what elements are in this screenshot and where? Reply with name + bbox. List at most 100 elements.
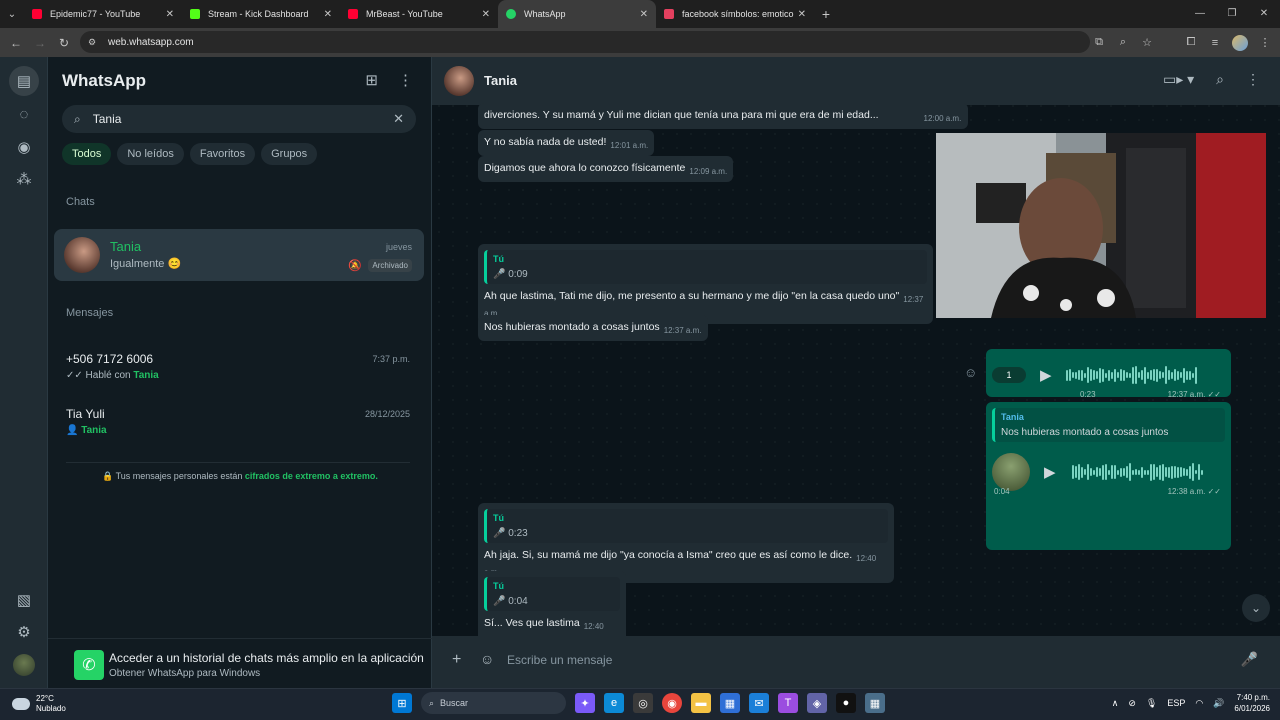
message-incoming[interactable]: Nos hubieras montado a cosas juntos 12:37… [478, 315, 708, 341]
scroll-down-button[interactable]: ⌄ [1242, 594, 1270, 622]
status-icon[interactable]: ◌ [13, 103, 35, 125]
contact-name[interactable]: Tania [484, 73, 517, 88]
play-icon[interactable]: ▶ [1044, 463, 1056, 481]
install-app-icon[interactable]: ⧉ [1092, 36, 1106, 49]
tab-facebook-symbols[interactable]: facebook símbolos: emoticones ✕ [656, 0, 814, 28]
contact-avatar[interactable] [444, 66, 474, 96]
voice-waveform[interactable] [1065, 365, 1197, 385]
restore-button[interactable]: ❐ [1216, 0, 1248, 28]
address-bar[interactable]: ⚙ web.whatsapp.com [80, 31, 1090, 53]
forward-icon[interactable]: → [28, 36, 52, 50]
voice-message-outgoing-reply[interactable]: Tania Nos hubieras montado a cosas juntos… [986, 402, 1231, 550]
volume-icon[interactable]: 🔊 [1213, 698, 1224, 709]
new-tab-button[interactable]: + [814, 6, 838, 22]
obs-icon[interactable]: ● [836, 693, 856, 713]
filter-all[interactable]: Todos [62, 143, 112, 165]
e2e-link[interactable]: cifrados de extremo a extremo. [245, 471, 378, 481]
filter-groups[interactable]: Grupos [261, 143, 318, 165]
voice-waveform[interactable] [1071, 462, 1203, 482]
communities-icon[interactable]: ⁂ [13, 168, 35, 190]
quoted-message[interactable]: Tania Nos hubieras montado a cosas juntos [992, 408, 1225, 442]
weather-widget[interactable]: 22°C Nublado [12, 694, 66, 714]
promo-link[interactable]: Obtener WhatsApp para Windows [109, 668, 260, 679]
site-info-icon[interactable]: ⚙ [88, 37, 100, 48]
quoted-voice[interactable]: Tú 🎤 0:09 [484, 250, 927, 284]
windows-start-icon[interactable]: ⊞ [392, 693, 412, 713]
close-icon[interactable]: ✕ [166, 9, 174, 20]
tab-search-icon[interactable]: ⌄ [0, 0, 24, 28]
tab-mrbeast[interactable]: MrBeast - YouTube ✕ [340, 0, 498, 28]
message-incoming[interactable]: Digamos que ahora lo conozco físicamente… [478, 156, 734, 182]
calculator-icon[interactable]: ▦ [865, 693, 885, 713]
tab-kick[interactable]: Stream - Kick Dashboard ✕ [182, 0, 340, 28]
message-incoming[interactable]: diverciones. Y su mamá y Yuli me dician … [478, 103, 968, 129]
app-icon[interactable]: ◈ [807, 693, 827, 713]
close-icon[interactable]: ✕ [324, 9, 332, 20]
microphone-icon[interactable]: 🎤 [1241, 651, 1258, 668]
extensions-icon[interactable]: ⧠ [1184, 36, 1198, 49]
store-icon[interactable]: ▦ [720, 693, 740, 713]
language-indicator[interactable]: ESP [1167, 698, 1185, 708]
message-input[interactable]: Escribe un mensaje [507, 653, 612, 667]
back-icon[interactable]: ← [4, 36, 28, 50]
steam-icon[interactable]: ◎ [633, 693, 653, 713]
close-icon[interactable]: ✕ [482, 9, 490, 20]
menu-icon[interactable]: ⋮ [1258, 36, 1272, 49]
message-result[interactable]: Tia Yuli 28/12/2025 👤 Tania [66, 407, 410, 436]
wifi-icon[interactable]: ◠ [1195, 698, 1203, 709]
reading-list-icon[interactable]: ≡ [1208, 37, 1222, 49]
microphone-icon[interactable]: 🎙 [1146, 698, 1157, 709]
clock[interactable]: 7:40 p.m. 6/01/2026 [1234, 692, 1270, 714]
filter-unread[interactable]: No leídos [117, 143, 184, 165]
close-icon[interactable]: ✕ [798, 9, 806, 20]
edge-icon[interactable]: e [604, 693, 624, 713]
quoted-voice[interactable]: Tú 🎤 0:04 [484, 577, 620, 611]
close-icon[interactable]: ✕ [640, 9, 648, 20]
taskbar-search[interactable]: ⌕ Buscar [421, 692, 566, 714]
network-icon[interactable]: ⊘ [1128, 698, 1136, 709]
tab-epidemic[interactable]: Epidemic77 - YouTube ✕ [24, 0, 182, 28]
voice-message-outgoing[interactable]: 1 ▶ 0:23 12:37 a.m. ✓✓ [986, 349, 1231, 399]
minimize-button[interactable]: — [1184, 0, 1216, 28]
profile-avatar[interactable] [13, 654, 35, 676]
close-window-button[interactable]: ✕ [1248, 0, 1280, 28]
search-icon[interactable]: ⌕ [1216, 71, 1224, 88]
channels-icon[interactable]: ◉ [13, 136, 35, 158]
windows-app-promo[interactable]: ✆ Acceder a un historial de chats más am… [48, 638, 432, 688]
attach-plus-icon[interactable]: + [452, 651, 461, 669]
chats-icon[interactable]: ▤ [9, 66, 39, 96]
message-incoming-reply[interactable]: Tú 🎤 0:09 Ah que lastima, Tati me dijo, m… [478, 244, 933, 324]
quoted-voice[interactable]: Tú 🎤 0:23 [484, 509, 888, 543]
copilot-icon[interactable]: ✦ [575, 693, 595, 713]
bookmark-star-icon[interactable]: ☆ [1140, 36, 1154, 49]
video-call-icon[interactable]: ▭▸ ▾ [1163, 71, 1194, 88]
play-icon[interactable]: ▶ [1040, 366, 1052, 384]
chrome-icon[interactable]: ◉ [662, 693, 682, 713]
mail-icon[interactable]: ✉ [749, 693, 769, 713]
teams-icon[interactable]: T [778, 693, 798, 713]
emoji-sticker-icon[interactable]: ☺ [480, 651, 494, 667]
playback-speed-button[interactable]: 1 [992, 367, 1026, 383]
message-result[interactable]: +506 7172 6006 7:37 p.m. ✓✓ Hablé con Ta… [66, 352, 410, 381]
new-chat-icon[interactable]: ⊞ [365, 71, 378, 89]
tab-whatsapp[interactable]: WhatsApp ✕ [498, 0, 656, 28]
settings-gear-icon[interactable]: ⚙ [13, 621, 35, 643]
filter-favorites[interactable]: Favoritos [189, 143, 256, 165]
waveform-bar [1074, 466, 1077, 478]
profile-avatar[interactable] [1232, 34, 1248, 51]
menu-dots-icon[interactable]: ⋮ [1246, 71, 1260, 88]
react-emoji-icon[interactable]: ☺ [964, 365, 977, 380]
menu-dots-icon[interactable]: ⋮ [398, 71, 413, 89]
toolbar-icons: ⧉ ⌕ ☆ ⧠ ≡ ⋮ [1092, 28, 1272, 57]
message-incoming[interactable]: Y no sabía nada de usted! 12:01 a.m. [478, 130, 655, 156]
chat-item-tania[interactable]: Tania jueves Igualmente 😊 🔕 Archivado [54, 229, 424, 281]
clear-search-icon[interactable]: ✕ [393, 111, 404, 127]
zoom-icon[interactable]: ⌕ [1116, 36, 1130, 49]
file-explorer-icon[interactable]: ▬ [691, 693, 711, 713]
media-icon[interactable]: ▧ [13, 589, 35, 611]
tray-chevron-icon[interactable]: ∧ [1112, 698, 1119, 709]
waveform-bar [1116, 469, 1119, 475]
search-input[interactable]: ⌕ Tania ✕ [62, 105, 416, 133]
conversation-header[interactable]: Tania ▭▸ ▾ ⌕ ⋮ [432, 57, 1280, 105]
reload-icon[interactable]: ↻ [52, 36, 76, 50]
